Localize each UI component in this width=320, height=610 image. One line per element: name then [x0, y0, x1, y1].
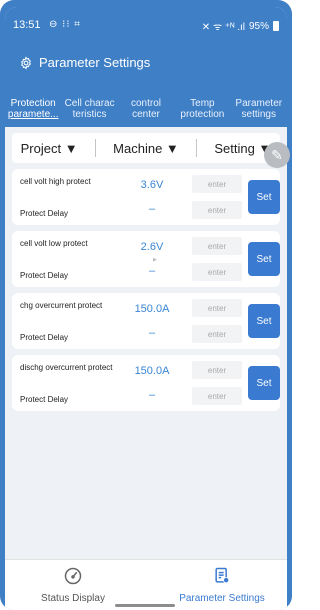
tab-label-line2: protection [180, 109, 225, 120]
delay-value: – [148, 265, 156, 277]
nav-status-label: Status Display [41, 593, 105, 604]
param-input[interactable] [192, 361, 242, 379]
tab-cell-characteristics[interactable]: Cell charac teristics [61, 95, 117, 127]
nav-status-display[interactable]: Status Display [13, 566, 133, 604]
set-button[interactable]: Set [248, 242, 280, 276]
app-screen: 13:51 ⊖ ⁝⁝ ⌗ ✕ ᯤ ⁺ᴺ .ıl 95% Parameter Se… [5, 7, 287, 610]
nav-parameter-settings[interactable]: Parameter Settings [162, 566, 282, 604]
divider [94, 139, 96, 157]
tab-control-center[interactable]: control center [118, 95, 174, 127]
battery-level: 95% [248, 20, 269, 32]
nav-parameter-label: Parameter Settings [179, 593, 265, 604]
tab-label-line2: teristics [72, 109, 107, 120]
divider [196, 139, 198, 157]
pencil-icon: ✎ [271, 146, 283, 163]
tab-protection-parameters[interactable]: Protection paramete... [5, 95, 61, 127]
status-bar: 13:51 ⊖ ⁝⁝ ⌗ ✕ ᯤ ⁺ᴺ .ıl 95% [5, 7, 287, 39]
play-icon: ▶ [153, 257, 157, 263]
tab-bar: Protection paramete... Cell charac teris… [5, 95, 287, 127]
tab-label-line1: Protection [10, 98, 56, 109]
delay-value: – [148, 203, 156, 215]
tab-temp-protection[interactable]: Temp protection [174, 95, 230, 127]
param-value: 150.0A [134, 303, 170, 315]
delay-input[interactable] [192, 201, 242, 219]
param-label: cell volt low protect [20, 239, 88, 248]
param-value: 150.0A [134, 365, 170, 377]
filter-project[interactable]: Project ▼ [21, 141, 78, 156]
delay-input[interactable] [192, 325, 242, 343]
edit-button[interactable]: ✎ [264, 142, 290, 168]
gear-icon [21, 55, 31, 70]
tab-label-line1: Temp [190, 98, 215, 109]
delay-input[interactable] [192, 387, 242, 405]
battery-icon [273, 21, 279, 31]
filter-machine[interactable]: Machine ▼ [113, 141, 179, 156]
param-value: 2.6V [140, 241, 164, 253]
param-input[interactable] [192, 175, 242, 193]
set-button[interactable]: Set [248, 366, 280, 400]
status-right: ✕ ᯤ ⁺ᴺ .ıl 95% [202, 19, 279, 33]
tab-label-line2: paramete... [7, 109, 59, 120]
set-button[interactable]: Set [248, 180, 280, 214]
home-indicator [115, 604, 175, 607]
param-label: cell volt high protect [20, 177, 91, 186]
status-time: 13:51 [13, 19, 41, 31]
filter-setting[interactable]: Setting ▼ [214, 141, 271, 156]
param-card-dischg-overcurrent: dischg overcurrent protect Protect Delay… [12, 355, 280, 411]
tab-label-line1: control [130, 98, 161, 109]
gauge-icon [64, 567, 82, 585]
tab-label-line1: Cell charac [64, 98, 115, 109]
filter-bar: Project ▼ Machine ▼ Setting ▼ [12, 133, 280, 163]
param-value: 3.6V [140, 179, 164, 191]
app-frame: 13:51 ⊖ ⁝⁝ ⌗ ✕ ᯤ ⁺ᴺ .ıl 95% Parameter Se… [0, 0, 292, 610]
delay-input[interactable] [192, 263, 242, 281]
set-button[interactable]: Set [248, 304, 280, 338]
param-label: chg overcurrent protect [20, 301, 103, 310]
param-card-cell-volt-high: cell volt high protect Protect Delay 3.6… [12, 169, 280, 225]
page-title-text: Parameter Settings [39, 55, 151, 70]
delay-label: Protect Delay [20, 209, 69, 218]
status-left-icons: ⊖ ⁝⁝ ⌗ [49, 19, 81, 30]
delay-value: – [148, 327, 156, 339]
tab-parameter-settings[interactable]: Parameter settings [231, 95, 287, 127]
param-input[interactable] [192, 299, 242, 317]
delay-label: Protect Delay [20, 395, 69, 404]
param-card-cell-volt-low: cell volt low protect Protect Delay 2.6V… [12, 231, 280, 287]
settings-doc-icon [215, 567, 230, 584]
delay-label: Protect Delay [20, 333, 69, 342]
tab-label-line2: settings [241, 109, 276, 120]
param-card-chg-overcurrent: chg overcurrent protect Protect Delay 15… [12, 293, 280, 349]
tab-label-line2: center [132, 109, 160, 120]
header-area: 13:51 ⊖ ⁝⁝ ⌗ ✕ ᯤ ⁺ᴺ .ıl 95% Parameter Se… [5, 7, 287, 127]
tab-label-line1: Parameter [235, 98, 283, 109]
param-label: dischg overcurrent protect [20, 363, 113, 372]
delay-value: – [148, 389, 156, 401]
delay-label: Protect Delay [20, 271, 69, 280]
bottom-nav: Status Display Parameter Settings [5, 559, 287, 610]
page-title: Parameter Settings [19, 55, 150, 70]
param-input[interactable] [192, 237, 242, 255]
signal-icon: ✕ ᯤ ⁺ᴺ .ıl [201, 22, 245, 33]
